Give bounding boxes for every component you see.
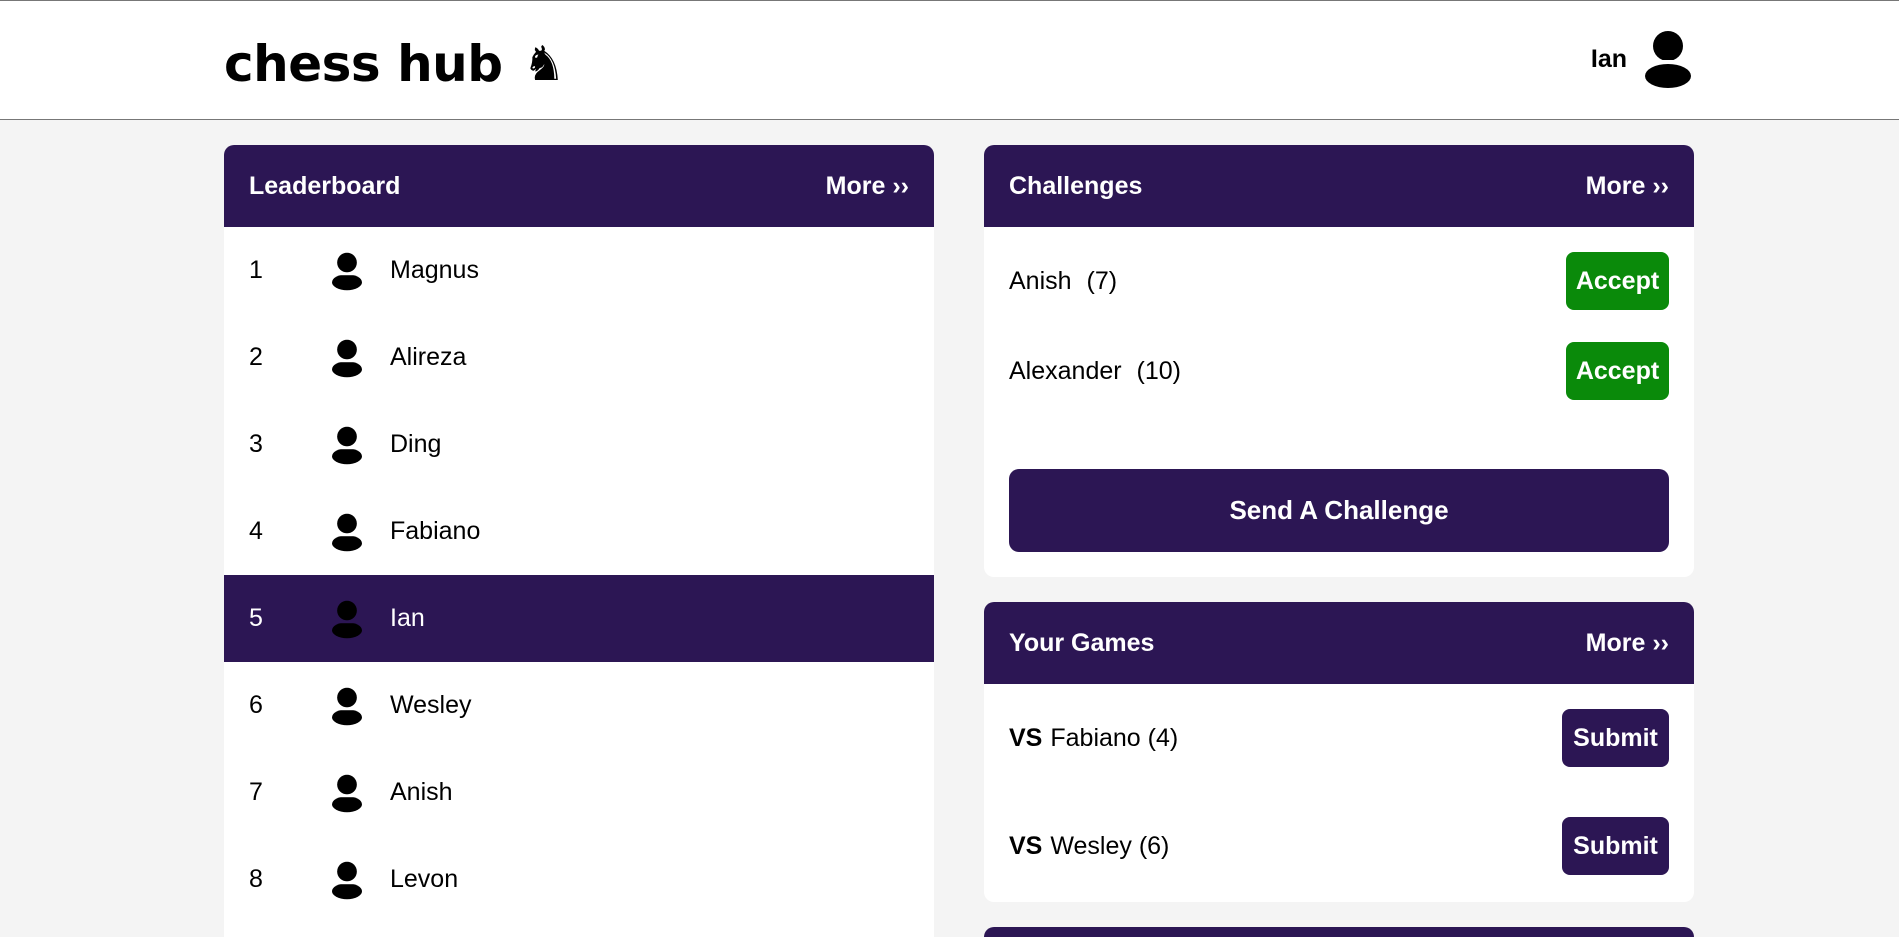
game-opponent: VS Wesley (6) [1009,832,1169,861]
rank-number: 8 [249,865,263,893]
leaderboard-row[interactable]: 1 Magnus [224,227,934,314]
your-games-card: Your Games More ›› VS Fabiano (4) Submit … [984,602,1694,902]
knight-icon: ♞ [522,36,566,92]
opponent-name: Fabiano [1050,723,1141,752]
player-avatar-icon [332,773,362,813]
game-opponent: VS Fabiano (4) [1009,724,1178,753]
rank-number: 4 [249,517,263,545]
rank-number: 5 [249,604,263,632]
player-name: Anish [390,778,453,806]
challenger-rating: (10) [1136,356,1181,385]
leaderboard-row[interactable]: 4 Fabiano [224,488,934,575]
accept-button[interactable]: Accept [1566,342,1669,400]
challenger-name: Anish [1009,266,1072,295]
user-menu[interactable]: Ian [1591,27,1691,91]
opponent-rating: (6) [1138,831,1170,860]
opponent-name: Wesley [1050,831,1132,860]
opponent-rating: (4) [1147,723,1179,752]
player-name: Fabiano [390,517,481,545]
submit-button[interactable]: Submit [1562,817,1669,875]
leaderboard-list: 1 Magnus 2 Alireza 3 Ding 4 Fabiano 5 Ia… [224,227,934,923]
brand-name: chess hub [224,35,503,93]
rank-number: 3 [249,430,263,458]
vs-label: VS [1009,831,1043,860]
challenger: Anish (7) [1009,267,1117,296]
player-avatar-icon [332,425,362,465]
challenge-item: Alexander (10) Accept [984,317,1694,425]
user-avatar-icon [1645,31,1691,88]
your-games-title: Your Games [1009,628,1155,657]
player-avatar-icon [332,512,362,552]
accept-button[interactable]: Accept [1566,252,1669,310]
leaderboard-header: Leaderboard More ›› [224,145,934,227]
leaderboard-more-link[interactable]: More ›› [826,172,909,201]
vs-label: VS [1009,723,1043,752]
leaderboard-title: Leaderboard [249,171,401,200]
rank-number: 6 [249,691,263,719]
top-bar: chess hub ♞ Ian [0,0,1899,120]
challenges-card: Challenges More ›› Anish (7) Accept Alex… [984,145,1694,577]
your-games-header: Your Games More ›› [984,602,1694,684]
leaderboard-row[interactable]: 7 Anish [224,749,934,836]
rank-number: 1 [249,256,263,284]
leaderboard-row-current-user[interactable]: 5 Ian [224,575,934,662]
challenges-more-link[interactable]: More ›› [1586,172,1669,201]
player-avatar-icon [332,338,362,378]
rank-number: 2 [249,343,263,371]
your-games-more-link[interactable]: More ›› [1586,629,1669,658]
submit-button[interactable]: Submit [1562,709,1669,767]
leaderboard-row[interactable]: 3 Ding [224,401,934,488]
player-name: Alireza [390,343,467,371]
player-name: Ian [390,604,425,632]
game-item: VS Fabiano (4) Submit [984,684,1694,792]
player-name: Ding [390,430,442,458]
leaderboard-row[interactable]: 8 Levon [224,836,934,923]
challenges-title: Challenges [1009,171,1143,200]
challenges-header: Challenges More ›› [984,145,1694,227]
send-challenge-button[interactable]: Send A Challenge [1009,469,1669,552]
player-name: Levon [390,865,459,893]
next-card-header [984,927,1694,937]
rank-number: 7 [249,778,263,806]
brand-logo[interactable]: chess hub ♞ [224,29,566,99]
challenger: Alexander (10) [1009,357,1181,386]
player-name: Wesley [390,691,472,719]
player-avatar-icon [332,251,362,291]
player-name: Magnus [390,256,479,284]
player-avatar-icon [332,686,362,726]
player-avatar-icon [332,860,362,900]
leaderboard-row[interactable]: 2 Alireza [224,314,934,401]
player-avatar-icon [332,599,362,639]
challenger-rating: (7) [1086,266,1118,295]
username-label: Ian [1590,44,1627,73]
game-item: VS Wesley (6) Submit [984,792,1694,900]
challenger-name: Alexander [1009,356,1122,385]
leaderboard-card: Leaderboard More ›› 1 Magnus 2 Alireza 3… [224,145,934,937]
leaderboard-row[interactable]: 6 Wesley [224,662,934,749]
